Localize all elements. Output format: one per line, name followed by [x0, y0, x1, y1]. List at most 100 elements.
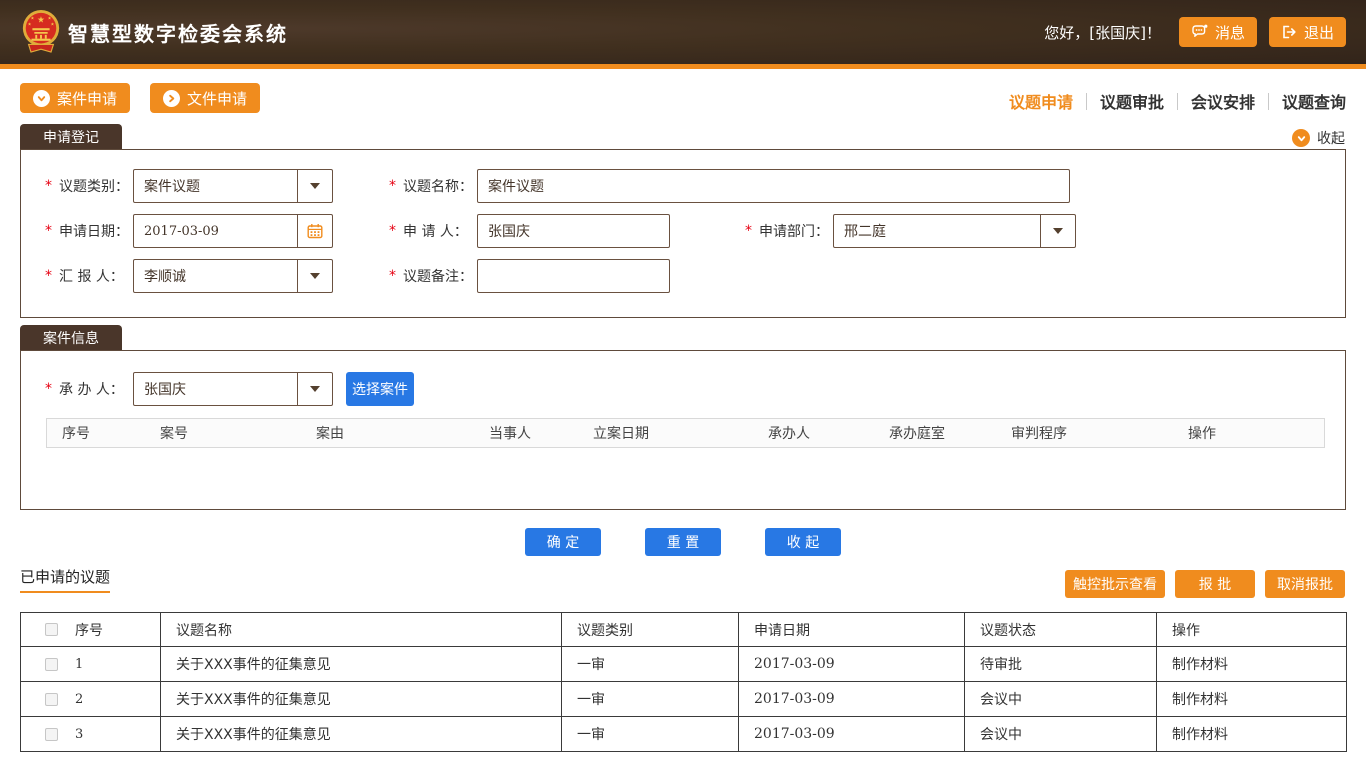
col-court: 承办庭室	[874, 423, 996, 443]
select-all-checkbox[interactable]	[45, 623, 58, 636]
national-emblem-logo: ★ ★ ★ ★ ★	[20, 8, 62, 60]
calendar-icon[interactable]	[297, 215, 332, 247]
remark-input[interactable]	[477, 259, 670, 293]
header-accent-bar	[0, 64, 1366, 69]
app-header: ★ ★ ★ ★ ★ 智慧型数字检委会系统 您好，[张国庆]！	[0, 0, 1366, 64]
select-case-button[interactable]: 选择案件	[346, 372, 414, 406]
col-cause: 案由	[301, 423, 474, 443]
tab-divider	[1268, 93, 1269, 110]
touch-view-button[interactable]: 触控批示查看	[1065, 570, 1165, 598]
dropdown-arrow-icon[interactable]	[297, 373, 332, 405]
svg-text:★: ★	[37, 15, 45, 25]
topic-nav-tabs: 议题申请 议题审批 会议安排 议题查询	[1009, 89, 1346, 113]
col-undertaker: 承办人	[753, 423, 874, 443]
reporter-label: 汇 报 人：	[59, 266, 133, 286]
dropdown-arrow-icon[interactable]	[1040, 215, 1075, 247]
tab-meeting-arrange[interactable]: 会议安排	[1191, 89, 1255, 113]
message-button[interactable]: 消息	[1179, 17, 1257, 47]
required-marker: *	[45, 381, 59, 397]
table-header-row: 序号 议题名称 议题类别 申请日期 议题状态 操作	[21, 613, 1347, 647]
col-apply-date: 申请日期	[739, 613, 965, 647]
table-row: 2 关于XXX事件的征集意见 一审 2017-03-09 会议中 制作材料	[21, 682, 1347, 717]
collapse-button[interactable]: 收 起	[765, 528, 841, 556]
apply-date-label: 申请日期：	[59, 221, 133, 241]
message-icon	[1191, 24, 1208, 40]
make-material-link[interactable]: 制作材料	[1157, 717, 1347, 752]
cell-topic-type: 一审	[562, 717, 739, 752]
svg-text:★: ★	[28, 21, 32, 27]
cell-topic-name: 关于XXX事件的征集意见	[161, 647, 562, 682]
cancel-approve-button[interactable]: 取消报批	[1265, 570, 1345, 598]
required-marker: *	[389, 178, 403, 194]
svg-text:★: ★	[48, 16, 52, 22]
case-apply-button[interactable]: 案件申请	[20, 83, 130, 113]
case-info-panel: * 承 办 人： 张国庆 选择案件 序号 案号 案由 当事人 立案日期 承办人 …	[20, 350, 1346, 510]
col-case-no: 案号	[145, 423, 301, 443]
apply-date-input[interactable]	[134, 224, 297, 239]
required-marker: *	[389, 223, 403, 239]
reporter-select[interactable]: 李顺诚	[133, 259, 333, 293]
chevron-down-icon	[1292, 129, 1310, 147]
user-greeting: 您好，[张国庆]！	[1044, 22, 1161, 43]
dropdown-arrow-icon[interactable]	[297, 260, 332, 292]
app-title: 智慧型数字检委会系统	[68, 18, 288, 47]
cell-apply-date: 2017-03-09	[739, 717, 965, 752]
tab-topic-approve[interactable]: 议题审批	[1100, 89, 1164, 113]
col-procedure: 审判程序	[996, 423, 1173, 443]
undertaker-label: 承 办 人：	[59, 379, 133, 399]
case-table-header: 序号 案号 案由 当事人 立案日期 承办人 承办庭室 审判程序 操作	[46, 418, 1325, 448]
required-marker: *	[45, 223, 59, 239]
cell-apply-date: 2017-03-09	[739, 647, 965, 682]
apply-date-picker[interactable]	[133, 214, 333, 248]
required-marker: *	[745, 223, 759, 239]
tab-topic-apply[interactable]: 议题申请	[1009, 89, 1073, 113]
topic-type-label: 议题类别：	[59, 176, 133, 196]
col-operation: 操作	[1157, 613, 1347, 647]
section-tab-register: 申请登记	[20, 124, 122, 150]
col-topic-status: 议题状态	[965, 613, 1157, 647]
topic-name-input[interactable]	[477, 169, 1070, 203]
applicant-label: 申 请 人：	[403, 221, 477, 241]
make-material-link[interactable]: 制作材料	[1157, 647, 1347, 682]
cell-topic-name: 关于XXX事件的征集意见	[161, 717, 562, 752]
cell-topic-type: 一审	[562, 682, 739, 717]
col-topic-name: 议题名称	[161, 613, 562, 647]
register-panel: * 议题类别： 案件议题 * 议题名称： * 申请日期：	[20, 149, 1346, 318]
cell-topic-status: 待审批	[965, 647, 1157, 682]
reset-button[interactable]: 重 置	[645, 528, 721, 556]
logout-icon	[1281, 24, 1297, 40]
topic-type-select[interactable]: 案件议题	[133, 169, 333, 203]
logout-button[interactable]: 退出	[1269, 17, 1346, 47]
confirm-button[interactable]: 确 定	[525, 528, 601, 556]
row-checkbox[interactable]	[45, 728, 58, 741]
page: ★ ★ ★ ★ ★ 智慧型数字检委会系统 您好，[张国庆]！	[0, 0, 1366, 768]
section-tab-case-info: 案件信息	[20, 325, 122, 351]
row-checkbox[interactable]	[45, 693, 58, 706]
make-material-link[interactable]: 制作材料	[1157, 682, 1347, 717]
row-checkbox[interactable]	[45, 658, 58, 671]
submit-approve-button[interactable]: 报 批	[1175, 570, 1255, 598]
required-marker: *	[45, 268, 59, 284]
collapse-panel-link[interactable]: 收起	[1292, 128, 1345, 148]
col-topic-type: 议题类别	[562, 613, 739, 647]
tab-topic-query[interactable]: 议题查询	[1282, 89, 1346, 113]
tab-divider	[1177, 93, 1178, 110]
svg-text:★: ★	[51, 21, 55, 27]
cell-topic-name: 关于XXX事件的征集意见	[161, 682, 562, 717]
file-apply-button[interactable]: 文件申请	[150, 83, 260, 113]
col-file-date: 立案日期	[578, 423, 753, 443]
required-marker: *	[45, 178, 59, 194]
apply-dept-label: 申请部门：	[759, 221, 833, 241]
cell-topic-status: 会议中	[965, 717, 1157, 752]
dropdown-arrow-icon[interactable]	[297, 170, 332, 202]
chevron-down-circle-icon	[33, 90, 50, 107]
required-marker: *	[389, 268, 403, 284]
undertaker-select[interactable]: 张国庆	[133, 372, 333, 406]
remark-label: 议题备注：	[403, 266, 477, 286]
applied-topics-table: 序号 议题名称 议题类别 申请日期 议题状态 操作 1 关于XXX事件的征集意见…	[20, 612, 1347, 752]
applicant-input[interactable]	[477, 214, 670, 248]
cell-topic-status: 会议中	[965, 682, 1157, 717]
table-row: 3 关于XXX事件的征集意见 一审 2017-03-09 会议中 制作材料	[21, 717, 1347, 752]
apply-dept-select[interactable]: 邢二庭	[833, 214, 1076, 248]
applied-topics-title: 已申请的议题	[20, 566, 110, 593]
